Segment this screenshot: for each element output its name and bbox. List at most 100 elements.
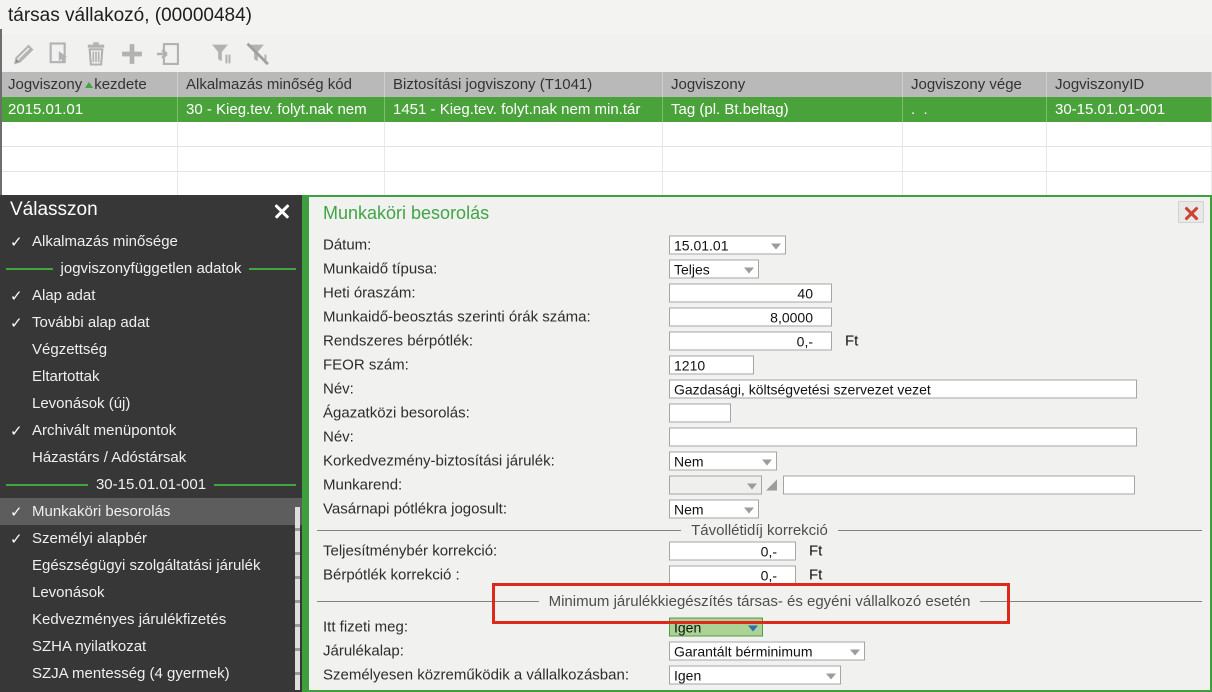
sidebar-scrollbar[interactable] bbox=[295, 507, 300, 690]
jarulekalap-label: Járulékalap: bbox=[323, 643, 404, 660]
korkedvezmeny-biztositasi-jarulek-dropdown[interactable]: Nem bbox=[669, 452, 777, 471]
separator-line bbox=[980, 601, 1202, 602]
column-header-5[interactable]: Jogviszony vége bbox=[903, 72, 1047, 97]
table-empty-cell bbox=[178, 147, 385, 171]
sidebar-item-kedvezmenyes-jarulekfizetes[interactable]: Kedvezményes járulékfizetés bbox=[0, 606, 302, 633]
munkarend-name-input[interactable] bbox=[783, 476, 1135, 495]
vasarnapi-potlekra-jogosult-row: Vasárnapi pótlékra jogosult:Nem bbox=[309, 497, 1210, 521]
rendszeres-berpotlek-input[interactable] bbox=[669, 332, 832, 351]
chevron-down-icon bbox=[748, 626, 758, 632]
edit-button[interactable] bbox=[6, 38, 42, 70]
dropdown-value: Nem bbox=[674, 454, 704, 470]
feor-nev-input[interactable] bbox=[669, 380, 1137, 399]
sidebar-item-munkakori-besorolas[interactable]: ✓Munkaköri besorolás bbox=[0, 498, 302, 525]
szemelyesen-kozremukodik-label: Személyesen közreműködik a vállalkozásba… bbox=[323, 667, 629, 684]
rendszeres-berpotlek-label: Rendszeres bérpótlék: bbox=[323, 333, 473, 350]
sidebar-item-szja-mentesseg[interactable]: SZJA mentesség (4 gyermek) bbox=[0, 660, 302, 687]
teljesitmenyber-korrekcio-row: Teljesítménybér korrekció:Ft bbox=[309, 539, 1210, 563]
heti-oraszam-input[interactable] bbox=[669, 284, 832, 303]
agazatkozi-nev-input[interactable] bbox=[669, 428, 1137, 447]
sidebar-item-label: Levonások (új) bbox=[32, 395, 130, 412]
munkaido-beosztas-orak-label: Munkaidő-beosztás szerinti órák száma: bbox=[323, 309, 591, 326]
toolbar bbox=[0, 35, 1212, 72]
datum-dropdown[interactable]: 15.01.01 bbox=[669, 236, 786, 255]
szemelyesen-kozremukodik-dropdown[interactable]: Igen bbox=[669, 666, 841, 685]
table-body-empty bbox=[0, 122, 1212, 198]
table-empty-cell bbox=[1047, 122, 1212, 146]
delete-icon bbox=[82, 40, 110, 68]
sidebar-item-szha-nyilatkozat[interactable]: SZHA nyilatkozat bbox=[0, 633, 302, 660]
column-header-6[interactable]: JogviszonyID bbox=[1047, 72, 1212, 97]
itt-fizeti-meg-dropdown[interactable]: Igen bbox=[669, 618, 763, 637]
window-left-edge bbox=[0, 29, 2, 195]
window-title: társas vállakozó, (00000484) bbox=[8, 5, 252, 27]
agazatkozi-nev-row: Név: bbox=[309, 425, 1210, 449]
table-row[interactable]: 2015.01.0130 - Kieg.tev. folyt.nak nem14… bbox=[0, 97, 1212, 122]
table-empty-cell bbox=[663, 172, 903, 196]
munkaido-beosztas-orak-input[interactable] bbox=[669, 308, 832, 327]
munkarend-dropdown[interactable] bbox=[669, 476, 762, 495]
sidebar-item-25-ev-alattiak-szja-kedvezmenye[interactable]: 25 év alattiak SZJA kedvezménye bbox=[0, 687, 302, 692]
heti-oraszam-row: Heti óraszám: bbox=[309, 281, 1210, 305]
panel-close-button[interactable] bbox=[1178, 201, 1204, 223]
add-button[interactable] bbox=[114, 38, 150, 70]
check-icon: ✓ bbox=[0, 503, 32, 521]
heti-oraszam-label: Heti óraszám: bbox=[323, 285, 416, 302]
panel-title: Munkaköri besorolás bbox=[323, 203, 489, 224]
table-empty-row bbox=[0, 122, 1212, 147]
column-header-1[interactable]: Jogviszonykezdete bbox=[0, 72, 178, 97]
sidebar-item-alap-adat[interactable]: ✓Alap adat bbox=[0, 282, 302, 309]
separator-line bbox=[838, 530, 1202, 531]
berpotlek-korrekcio-input[interactable] bbox=[669, 566, 796, 585]
sidebar-item-label: SZHA nyilatkozat bbox=[32, 638, 146, 655]
table-cell: 1451 - Kieg.tev. folyt.nak nem min.tár bbox=[385, 97, 663, 122]
dropdown-value: Teljes bbox=[674, 262, 710, 278]
sidebar-item-label: Alap adat bbox=[32, 287, 95, 304]
table-empty-cell bbox=[663, 147, 903, 171]
munkaido-tipusa-label: Munkaidő típusa: bbox=[323, 261, 437, 278]
sidebar-close-button[interactable] bbox=[274, 203, 290, 219]
sidebar-item-hazastars-adostarsak[interactable]: Házastárs / Adóstársak bbox=[0, 444, 302, 471]
table-cell: 2015.01.01 bbox=[0, 97, 178, 122]
column-header-3[interactable]: Biztosítási jogviszony (T1041) bbox=[385, 72, 663, 97]
close-icon bbox=[274, 203, 290, 219]
sidebar-item-tovabbi-alap-adat[interactable]: ✓További alap adat bbox=[0, 309, 302, 336]
jarulekalap-dropdown[interactable]: Garantált bérminimum bbox=[669, 642, 865, 661]
munkaido-tipusa-dropdown[interactable]: Teljes bbox=[669, 260, 759, 279]
separator-label: 30-15.01.01-001 bbox=[96, 476, 206, 493]
column-header-2[interactable]: Alkalmazás minőség kód bbox=[178, 72, 385, 97]
separator-line bbox=[6, 268, 53, 270]
delete-button[interactable] bbox=[78, 38, 114, 70]
currency-label: Ft bbox=[845, 333, 858, 350]
table-empty-cell bbox=[385, 172, 663, 196]
sidebar-item-vegzettseg[interactable]: Végzettség bbox=[0, 336, 302, 363]
teljesitmenyber-korrekcio-input[interactable] bbox=[669, 542, 796, 561]
sidebar-item-alkalmazas-minosege[interactable]: ✓Alkalmazás minősége bbox=[0, 228, 302, 255]
berpotlek-korrekcio-row: Bérpótlék korrekció :Ft bbox=[309, 563, 1210, 587]
itt-fizeti-meg-row: Itt fizeti meg:Igen bbox=[309, 615, 1210, 639]
table-empty-row bbox=[0, 147, 1212, 172]
feor-szam-row: FEOR szám: bbox=[309, 353, 1210, 377]
sidebar-item-label: SZJA mentesség (4 gyermek) bbox=[32, 665, 230, 682]
munkarend-row: Munkarend: bbox=[309, 473, 1210, 497]
agazatkozi-besorolas-input[interactable] bbox=[669, 404, 731, 423]
browse-triangle-icon[interactable] bbox=[766, 480, 777, 491]
filter-button[interactable] bbox=[204, 38, 240, 70]
dropdown-value: Garantált bérminimum bbox=[674, 644, 813, 660]
vasarnapi-potlekra-jogosult-dropdown[interactable]: Nem bbox=[669, 500, 759, 519]
select-record-button[interactable] bbox=[42, 38, 78, 70]
sidebar-item-levonasok-uj[interactable]: Levonások (új) bbox=[0, 390, 302, 417]
sidebar-item-egeszsegugyi-szolgaltatasi-jarulek[interactable]: Egészségügyi szolgáltatási járulék bbox=[0, 552, 302, 579]
sidebar-item-szemelyi-alapber[interactable]: ✓Személyi alapbér bbox=[0, 525, 302, 552]
select-record-icon bbox=[46, 40, 74, 68]
check-icon: ✓ bbox=[0, 314, 32, 332]
sidebar-item-archivalt-menupontok[interactable]: ✓Archivált menüpontok bbox=[0, 417, 302, 444]
feor-szam-input[interactable] bbox=[669, 356, 754, 375]
sidebar-item-levonasok[interactable]: Levonások bbox=[0, 579, 302, 606]
column-header-4[interactable]: Jogviszony bbox=[663, 72, 903, 97]
sidebar-item-eltartottak[interactable]: Eltartottak bbox=[0, 363, 302, 390]
chevron-down-icon bbox=[826, 674, 836, 680]
clear-filter-button[interactable] bbox=[240, 38, 276, 70]
copy-record-button[interactable] bbox=[150, 38, 186, 70]
table-empty-row bbox=[0, 172, 1212, 197]
